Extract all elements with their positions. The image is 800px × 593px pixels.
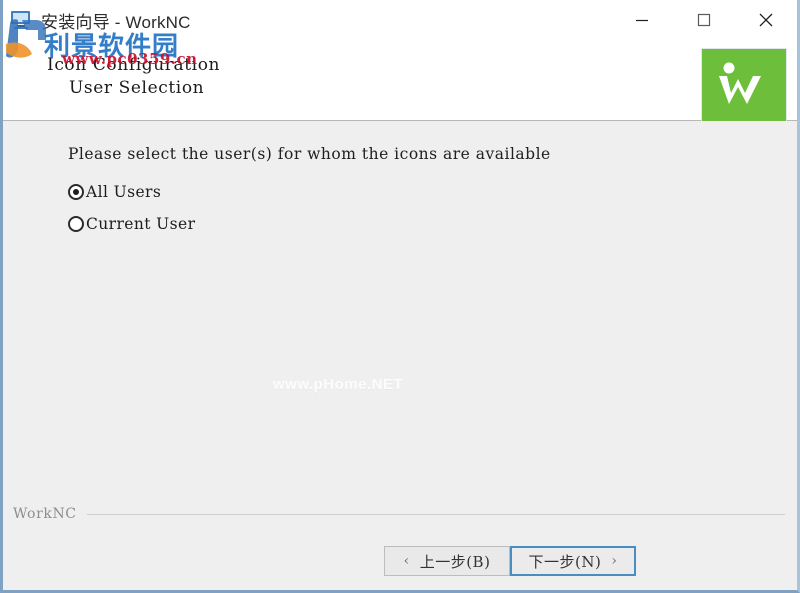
footer-divider (86, 513, 785, 515)
footer-brand-row: WorkNC (3, 506, 797, 522)
page-subtitle: User Selection (69, 78, 205, 98)
installer-window: 安装向导 - WorkNC Icon Configuration User Se… (0, 0, 800, 593)
radio-option-all-users[interactable]: All Users (68, 179, 308, 205)
chevron-left-icon: ‹ (403, 553, 410, 569)
radio-all-users-indicator[interactable] (68, 184, 84, 200)
close-button[interactable] (735, 0, 797, 40)
radio-current-user-label: Current User (86, 215, 196, 233)
radio-current-user-indicator[interactable] (68, 216, 84, 232)
back-button[interactable]: ‹ 上一步(B) (384, 546, 510, 576)
instruction-text: Please select the user(s) for whom the i… (68, 145, 551, 163)
worknc-w-icon (719, 62, 761, 104)
radio-option-current-user[interactable]: Current User (68, 211, 308, 237)
header-titles: Icon Configuration User Selection (3, 40, 220, 100)
screenshot-root: 安装向导 - WorkNC Icon Configuration User Se… (0, 0, 800, 593)
radio-all-users-label: All Users (86, 183, 162, 201)
close-icon (759, 13, 773, 27)
page-header: Icon Configuration User Selection (3, 40, 797, 122)
footer: WorkNC ‹ 上一步(B) 下一步(N) › (3, 496, 797, 590)
window-title: 安装向导 - WorkNC (41, 12, 191, 32)
chevron-right-icon: › (611, 553, 618, 569)
footer-brand-label: WorkNC (13, 506, 77, 522)
minimize-icon (636, 19, 648, 22)
next-button[interactable]: 下一步(N) › (510, 546, 636, 576)
title-bar: 安装向导 - WorkNC (3, 0, 797, 40)
minimize-button[interactable] (611, 0, 673, 40)
worknc-logo (701, 48, 787, 122)
maximize-button[interactable] (673, 0, 735, 40)
page-title: Icon Configuration (47, 55, 221, 75)
navigation-buttons: ‹ 上一步(B) 下一步(N) › (384, 546, 797, 576)
maximize-icon (697, 13, 711, 27)
main-content: Please select the user(s) for whom the i… (3, 121, 797, 496)
window-controls (611, 0, 797, 40)
center-watermark: www.pHome.NET (273, 376, 404, 393)
back-button-label: 上一步(B) (419, 552, 491, 571)
next-button-label: 下一步(N) (528, 552, 602, 571)
installer-icon (9, 9, 35, 31)
